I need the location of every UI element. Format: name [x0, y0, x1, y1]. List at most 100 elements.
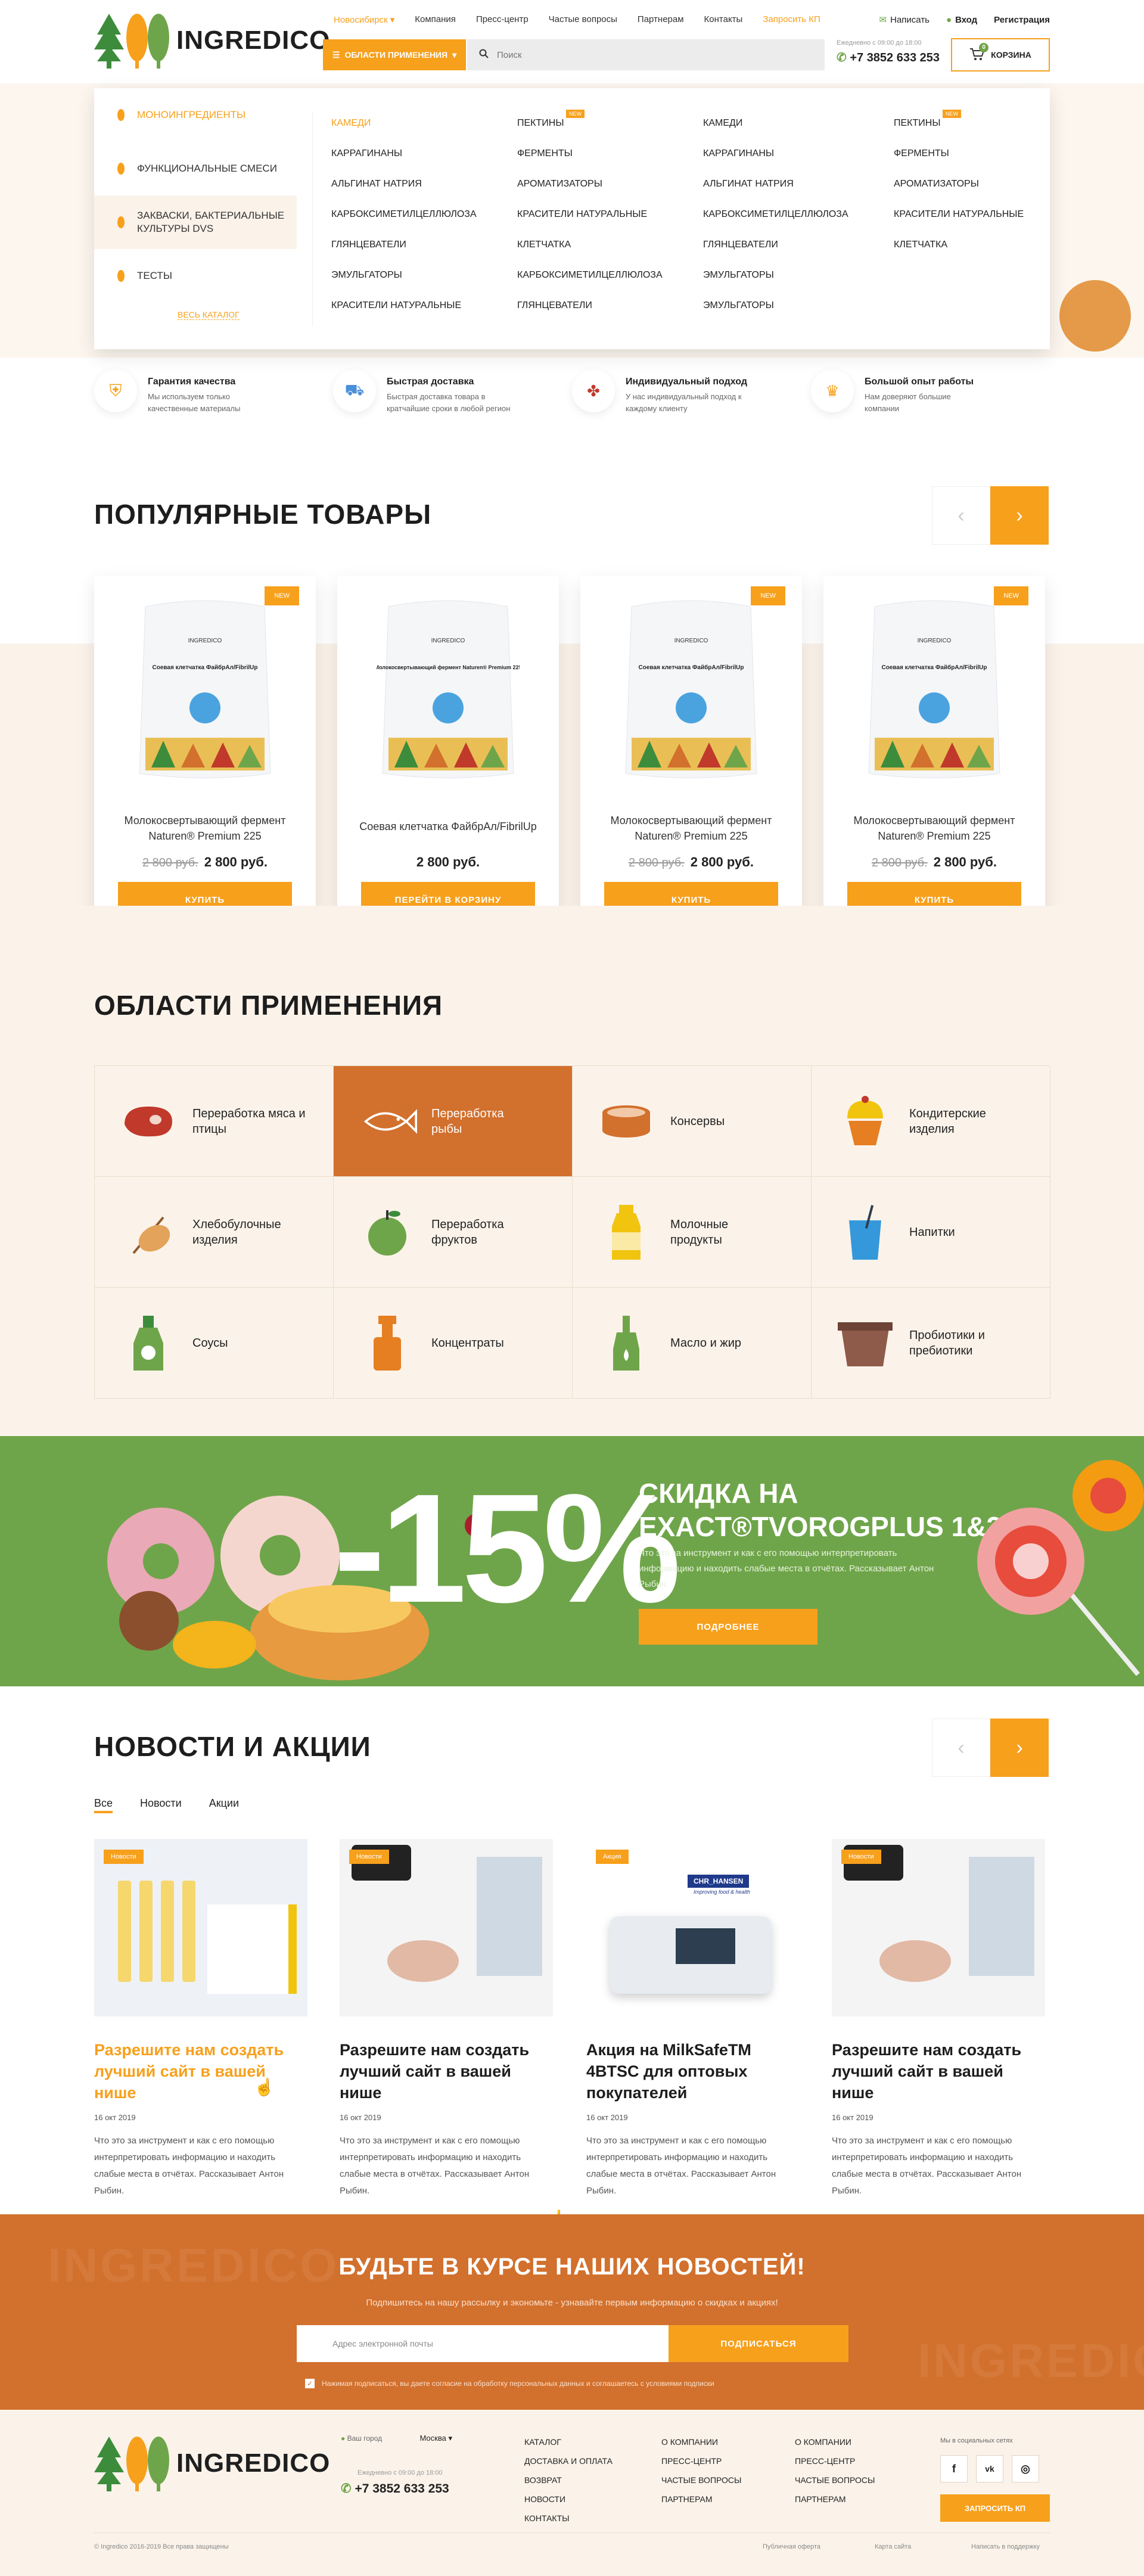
menu-link[interactable]: Альгинат натрия	[703, 179, 882, 209]
tab-promos[interactable]: Акции	[209, 1797, 239, 1813]
nav-faq[interactable]: Частые вопросы	[549, 14, 617, 25]
area-confectionery[interactable]: Кондитерские изделия	[812, 1066, 1050, 1177]
area-concentrates[interactable]: Концентраты	[334, 1288, 573, 1399]
menu-link[interactable]: Карбоксиметилцеллюлоза	[517, 270, 696, 300]
arrow-right-icon[interactable]: ›	[990, 486, 1049, 545]
subscribe-button[interactable]: Подписаться	[669, 2325, 848, 2362]
nav-contacts[interactable]: Контакты	[704, 14, 743, 25]
category-mixes[interactable]: Функциональные смеси	[94, 142, 297, 195]
menu-link[interactable]: Камеди	[703, 118, 882, 148]
area-meat[interactable]: Переработка мяса и птицы	[95, 1066, 334, 1177]
area-drinks[interactable]: Напитки	[812, 1177, 1050, 1288]
footer-link[interactable]: Доставка и оплата	[524, 2451, 613, 2471]
search-input[interactable]	[497, 49, 795, 60]
product-card[interactable]: NEW INGREDICO Соевая клетчатка ФайбрАл/F…	[580, 576, 802, 941]
areas-dropdown-button[interactable]: ☰ Области применения ▾	[323, 39, 466, 70]
agree-checkbox[interactable]: ✓	[305, 2379, 315, 2388]
menu-link[interactable]: Глянцеватели	[703, 240, 882, 270]
footer-link[interactable]: Партнерам	[795, 2490, 875, 2509]
arrow-left-icon[interactable]: ‹	[932, 1719, 990, 1777]
nav-press[interactable]: Пресс-центр	[476, 14, 529, 25]
product-name[interactable]: Молокосвертывающий фермент Naturen® Prem…	[592, 813, 790, 844]
category-mono[interactable]: Моноингредиенты	[94, 88, 297, 142]
news-title-link[interactable]: Разрешите нам создать лучший сайт в ваше…	[832, 2039, 1045, 2103]
footer-link[interactable]: Новости	[524, 2490, 613, 2509]
promo-more-button[interactable]: Подробнее	[639, 1609, 817, 1645]
menu-link[interactable]: Пектины NEW	[517, 110, 696, 148]
product-name[interactable]: Соевая клетчатка ФайбрАл/FibrilUp	[349, 819, 547, 834]
menu-link[interactable]: Красители натуральные	[517, 209, 696, 240]
product-card[interactable]: NEW INGREDICO Соевая клетчатка ФайбрАл/F…	[94, 576, 316, 941]
menu-link[interactable]: Глянцеватели	[517, 300, 696, 331]
menu-link[interactable]: Пектины NEW	[894, 110, 1072, 148]
menu-link[interactable]: Клетчатка	[894, 240, 1072, 270]
menu-link[interactable]: Ферменты	[894, 148, 1072, 179]
offer-link[interactable]: Публичная оферта	[763, 2543, 820, 2550]
area-bakery[interactable]: Хлебобулочные изделия	[95, 1177, 334, 1288]
area-dairy[interactable]: Молочные продукты	[573, 1177, 812, 1288]
news-title-link[interactable]: Разрешите нам создать лучший сайт в ваше…	[94, 2039, 307, 2103]
sitemap-link[interactable]: Карта сайта	[875, 2543, 911, 2550]
menu-link[interactable]: Красители натуральные	[894, 209, 1072, 240]
menu-link[interactable]: Карбоксиметилцеллюлоза	[331, 209, 510, 240]
footer-logo[interactable]: © Ingredico 2016-2019 Все права защищены…	[94, 2434, 330, 2493]
menu-link[interactable]: Глянцеватели	[331, 240, 510, 270]
login-link[interactable]: ● Вход	[946, 14, 977, 25]
product-name[interactable]: Молокосвертывающий фермент Naturen® Prem…	[106, 813, 304, 844]
news-card[interactable]: Новости Разрешите нам создать лучший сай…	[340, 1839, 553, 2199]
menu-link[interactable]: Клетчатка	[517, 240, 696, 270]
arrow-right-icon[interactable]: ›	[990, 1719, 1049, 1777]
register-link[interactable]: Регистрация	[994, 14, 1050, 25]
news-title-link[interactable]: Разрешите нам создать лучший сайт в ваше…	[340, 2039, 553, 2103]
menu-link[interactable]: Ферменты	[517, 148, 696, 179]
news-card[interactable]: CHR_HANSEN Improving food & health Акция…	[586, 1839, 800, 2199]
phone-number[interactable]: ✆ +7 3852 633 253	[837, 50, 940, 65]
product-name[interactable]: Молокосвертывающий фермент Naturen® Prem…	[835, 813, 1033, 844]
city-selector[interactable]: Москва ▾	[419, 2434, 452, 2443]
tab-news[interactable]: Новости	[140, 1797, 182, 1813]
menu-link[interactable]: Эмульгаторы	[703, 300, 882, 331]
area-fruits[interactable]: Переработка фруктов	[334, 1177, 573, 1288]
menu-link[interactable]: Камеди	[331, 118, 510, 148]
footer-link[interactable]: Контакты	[524, 2509, 613, 2528]
vk-icon[interactable]: vk	[976, 2455, 1003, 2482]
logo[interactable]: INGREDICO	[94, 11, 330, 70]
area-fish[interactable]: Переработка рыбы ☝	[334, 1066, 573, 2227]
news-card[interactable]: Новости Разрешите нам создать лучший сай…	[94, 1839, 307, 2199]
menu-link[interactable]: Эмульгаторы	[331, 270, 510, 300]
facebook-icon[interactable]: f	[940, 2455, 968, 2482]
nav-request-kp[interactable]: Запросить КП	[763, 14, 820, 25]
footer-link[interactable]: О компании	[661, 2432, 741, 2451]
product-card[interactable]: INGREDICO Молокосвертывающий фермент Nat…	[337, 576, 559, 941]
footer-link[interactable]: Частые вопросы	[795, 2471, 875, 2490]
nav-company[interactable]: Компания	[415, 14, 456, 25]
write-link[interactable]: ✉ Написать	[879, 14, 930, 26]
footer-link[interactable]: Пресс-центр	[661, 2451, 741, 2471]
area-sauces[interactable]: Соусы	[95, 1288, 334, 1399]
cart-button[interactable]: 0 Корзина	[951, 38, 1050, 72]
menu-link[interactable]: Ароматизаторы	[517, 179, 696, 209]
nav-partners[interactable]: Партнерам	[638, 14, 684, 25]
menu-link[interactable]: Каррагинаны	[331, 148, 510, 179]
menu-link[interactable]: Ароматизаторы	[894, 179, 1072, 209]
footer-link[interactable]: Возврат	[524, 2471, 613, 2490]
email-field[interactable]: Адрес электронной почты	[297, 2325, 669, 2362]
menu-link[interactable]: Эмульгаторы	[703, 270, 882, 300]
search-icon[interactable]	[479, 49, 489, 61]
footer-link[interactable]: О компании	[795, 2432, 875, 2451]
tab-all[interactable]: Все	[94, 1797, 113, 1813]
menu-link[interactable]: Альгинат натрия	[331, 179, 510, 209]
support-link[interactable]: Написать в поддержку	[971, 2543, 1040, 2550]
category-cultures[interactable]: Закваски, бактериальные культуры DVS	[94, 195, 297, 249]
menu-link[interactable]: Красители натуральные	[331, 300, 510, 331]
menu-link[interactable]: Каррагинаны	[703, 148, 882, 179]
footer-phone[interactable]: ✆ +7 3852 633 253	[341, 2481, 449, 2496]
footer-link[interactable]: Частые вопросы	[661, 2471, 741, 2490]
footer-link[interactable]: Каталог	[524, 2432, 613, 2451]
instagram-icon[interactable]: ◎	[1012, 2455, 1039, 2482]
footer-link[interactable]: Пресс-центр	[795, 2451, 875, 2471]
city-selector[interactable]: Новосибирск ▾	[334, 14, 394, 25]
news-card[interactable]: Новости Разрешите нам создать лучший сай…	[832, 1839, 1045, 2199]
area-oil-fat[interactable]: Масло и жир	[573, 1288, 812, 1399]
area-canned[interactable]: Консервы	[573, 1066, 812, 1177]
